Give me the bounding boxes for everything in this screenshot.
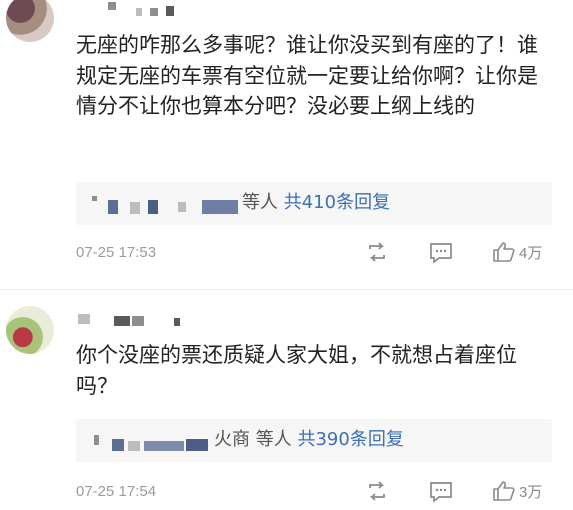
username-redacted[interactable] — [78, 314, 198, 326]
like-button[interactable]: 4万 — [492, 241, 542, 263]
reply-suffix: 火商 等人 — [214, 429, 292, 450]
comment-item: 你个没座的票还质疑人家大姐，不就想占着座位吗？ 火商 等人 共390条回复 07… — [0, 292, 573, 510]
reply-summary[interactable]: 等人 共410条回复 — [76, 182, 552, 225]
like-icon — [493, 242, 515, 262]
repost-icon — [369, 242, 385, 262]
reply-count-link[interactable]: 共390条回复 — [297, 429, 403, 450]
comment-body: 你个没座的票还质疑人家大姐，不就想占着座位吗？ — [76, 343, 517, 398]
comment-item: 无座的咋那么多事呢？谁让你没买到有座的了！谁规定无座的车票有空位就一定要让给你啊… — [0, 0, 573, 290]
repost-button[interactable] — [366, 242, 388, 262]
reply-summary-text[interactable]: 火商 等人 共390条回复 — [214, 428, 404, 452]
reply-summary-text[interactable]: 等人 共410条回复 — [242, 191, 390, 215]
like-count: 4万 — [519, 244, 543, 262]
comment-icon — [430, 482, 452, 503]
user-avatar[interactable] — [6, 0, 54, 42]
reply-usernames-redacted[interactable] — [90, 431, 230, 451]
comment-body: 无座的咋那么多事呢？谁让你没买到有座的了！谁规定无座的车票有空位就一定要让给你啊… — [76, 33, 538, 118]
comment-button[interactable] — [429, 242, 453, 264]
comment-divider — [0, 289, 573, 290]
repost-button[interactable] — [366, 481, 388, 501]
like-icon — [493, 481, 515, 501]
user-avatar[interactable] — [6, 306, 54, 354]
repost-icon — [369, 481, 385, 501]
comment-timestamp: 07-25 17:54 — [76, 483, 157, 500]
comment-button[interactable] — [429, 481, 453, 503]
reply-suffix: 等人 — [242, 192, 278, 213]
username-redacted[interactable] — [98, 2, 188, 16]
comment-icon — [430, 243, 452, 264]
like-button[interactable]: 3万 — [492, 480, 542, 502]
comment-timestamp: 07-25 17:53 — [76, 244, 157, 261]
like-count: 3万 — [519, 483, 543, 501]
reply-summary[interactable]: 火商 等人 共390条回复 — [76, 419, 552, 462]
reply-count-link[interactable]: 共410条回复 — [284, 192, 390, 213]
reply-usernames-redacted[interactable] — [90, 194, 240, 214]
